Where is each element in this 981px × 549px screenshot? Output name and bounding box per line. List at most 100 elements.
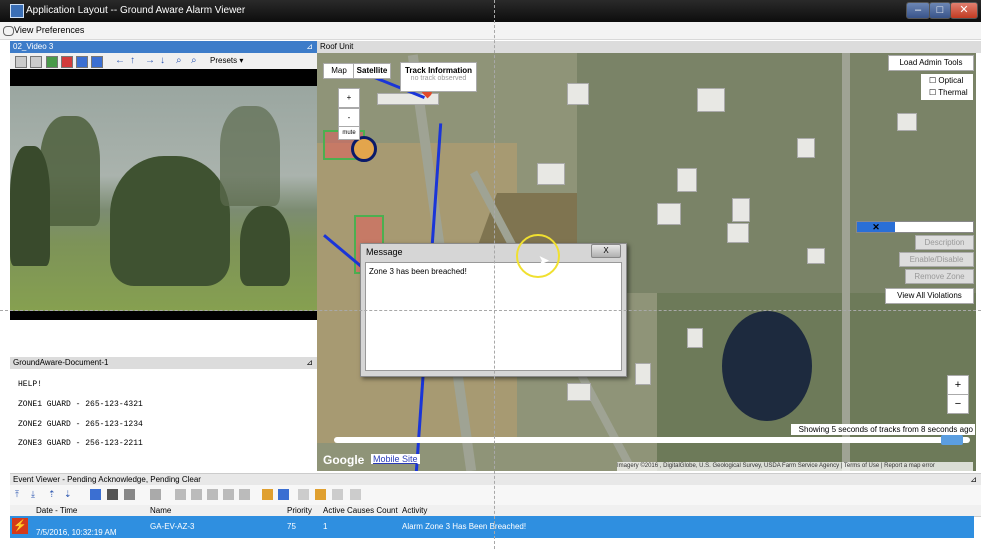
maximize-button[interactable]: □ — [929, 2, 951, 19]
doc-line: ZONE3 GUARD - 256-123-2211 — [18, 439, 143, 448]
building — [657, 203, 681, 225]
load-admin-tools-button[interactable]: Load Admin Tools — [888, 55, 974, 71]
clear-icon[interactable] — [298, 489, 309, 500]
document-content: HELP! ZONE1 GUARD - 265-123-4321 ZONE2 G… — [10, 369, 317, 469]
wooded-area — [657, 293, 976, 471]
snapshot-icon[interactable] — [15, 56, 27, 68]
move-bottom-icon[interactable]: ⤓ — [31, 489, 42, 500]
building — [677, 168, 697, 192]
event-active-causes: 1 — [323, 522, 328, 531]
remove-zone-button[interactable]: Remove Zone — [905, 269, 974, 284]
dialog-title: Message — [366, 247, 403, 257]
column-header[interactable]: Date - Time — [36, 506, 77, 515]
app-icon — [10, 4, 24, 18]
document-icon[interactable] — [239, 489, 250, 500]
edit-icon[interactable] — [191, 489, 202, 500]
map-zoom-in-button[interactable]: + — [338, 88, 360, 108]
building — [687, 328, 703, 348]
building — [727, 223, 749, 243]
thermal-option[interactable]: ☐ Thermal — [929, 88, 968, 97]
save-icon[interactable] — [76, 56, 88, 68]
document-pane-title: GroundAware-Document-1 — [13, 358, 109, 367]
view-preferences-menu[interactable]: View Preferences — [14, 25, 84, 35]
video-pane-header: 02_Video 3 ⊿ — [10, 41, 317, 53]
mute-button[interactable]: mute — [338, 126, 360, 140]
cursor-icon: ➤ — [538, 252, 550, 268]
road — [842, 53, 850, 471]
map-zoom-out-button[interactable]: - — [338, 108, 360, 128]
move-top-icon[interactable]: ⤒ — [15, 489, 26, 500]
map-pane-title: Roof Unit — [320, 42, 354, 51]
sort-up-icon[interactable]: ⇡ — [48, 489, 59, 500]
preview-icon[interactable] — [124, 489, 135, 500]
pin-icon[interactable]: ⊿ — [306, 41, 313, 53]
building — [897, 113, 917, 131]
view-all-violations-button[interactable]: View All Violations — [885, 288, 974, 304]
close-button[interactable]: ✕ — [950, 2, 978, 19]
pan-down-icon[interactable]: ↓ — [160, 55, 165, 66]
record-icon[interactable] — [30, 56, 42, 68]
time-slider-handle[interactable] — [941, 435, 963, 445]
event-priority: 75 — [287, 522, 296, 531]
track-time-label: Showing 5 seconds of tracks from 8 secon… — [791, 424, 975, 435]
description-button[interactable]: Description — [915, 235, 974, 250]
video-feed — [10, 69, 317, 320]
pan-left-icon[interactable]: ← — [115, 55, 125, 66]
column-header[interactable]: Name — [150, 506, 171, 515]
table-row[interactable]: ⚡ 7/5/2016, 10:32:19 AM GA-EV-AZ-3 75 1 … — [10, 516, 974, 538]
sort-down-icon[interactable]: ⇣ — [64, 489, 75, 500]
event-viewer-header: Event Viewer - Pending Acknowledge, Pend… — [10, 473, 981, 485]
doc-line: HELP! — [18, 380, 43, 389]
map-icon[interactable] — [278, 489, 289, 500]
mobile-site-link[interactable]: Mobile Site — [371, 454, 420, 464]
view-icon[interactable] — [223, 489, 234, 500]
column-header[interactable]: Active Causes Count — [323, 506, 398, 515]
google-logo: Google — [323, 453, 365, 467]
group-icon[interactable] — [332, 489, 343, 500]
thermal-label: Thermal — [938, 88, 968, 97]
zoom-out-icon[interactable]: ⌕ — [191, 55, 197, 66]
alarm-icon[interactable] — [262, 489, 273, 500]
building — [635, 363, 651, 385]
layout-guide — [0, 310, 981, 311]
report-icon[interactable] — [90, 489, 101, 500]
report-link[interactable]: Report a map error — [884, 463, 935, 469]
pan-right-icon[interactable]: → — [145, 55, 155, 66]
zoom-in-icon[interactable]: ⌕ — [176, 55, 182, 66]
pin-icon[interactable]: ⊿ — [306, 357, 313, 369]
search-icon[interactable] — [350, 489, 361, 500]
filter-icon[interactable] — [175, 489, 186, 500]
minimize-button[interactable]: – — [906, 2, 930, 19]
track-information-box: Track Information no track observed — [400, 62, 477, 92]
camera-image — [10, 86, 317, 311]
presets-dropdown[interactable]: Presets ▾ — [210, 56, 243, 65]
event-viewer-title: Event Viewer - Pending Acknowledge, Pend… — [13, 475, 201, 484]
stop-icon[interactable] — [61, 56, 73, 68]
column-header[interactable]: Priority — [287, 506, 312, 515]
screen-icon[interactable] — [91, 56, 103, 68]
optical-option[interactable]: ☐ Optical — [929, 76, 963, 85]
zoom-in-button[interactable]: + — [947, 375, 969, 395]
document-pane-header: GroundAware-Document-1 ⊿ — [10, 357, 317, 369]
zone-selector[interactable]: ✕ — [856, 221, 974, 233]
warning-icon[interactable] — [315, 489, 326, 500]
close-zone-icon[interactable]: ✕ — [857, 222, 895, 232]
satellite-tab[interactable]: Satellite — [353, 63, 391, 79]
video-pane-title: 02_Video 3 — [13, 42, 54, 51]
print-icon[interactable] — [107, 489, 118, 500]
enable-disable-button[interactable]: Enable/Disable — [899, 252, 974, 267]
zoom-out-button[interactable]: − — [947, 394, 969, 414]
map-tab[interactable]: Map — [323, 63, 355, 79]
terms-link[interactable]: Terms of Use — [844, 463, 879, 469]
acknowledge-icon[interactable] — [150, 489, 161, 500]
time-slider[interactable] — [334, 435, 970, 445]
pan-up-icon[interactable]: ↑ — [130, 55, 135, 66]
building — [537, 163, 565, 185]
play-icon[interactable] — [46, 56, 58, 68]
doc-line: ZONE1 GUARD - 265-123-4321 — [18, 400, 143, 409]
settings-icon[interactable] — [207, 489, 218, 500]
dialog-message: Zone 3 has been breached! — [369, 267, 467, 276]
dialog-close-button[interactable]: X — [591, 244, 621, 258]
column-header[interactable]: Activity — [402, 506, 427, 515]
event-viewer-toolbar: ⤒ ⤓ ⇡ ⇣ — [10, 485, 981, 505]
